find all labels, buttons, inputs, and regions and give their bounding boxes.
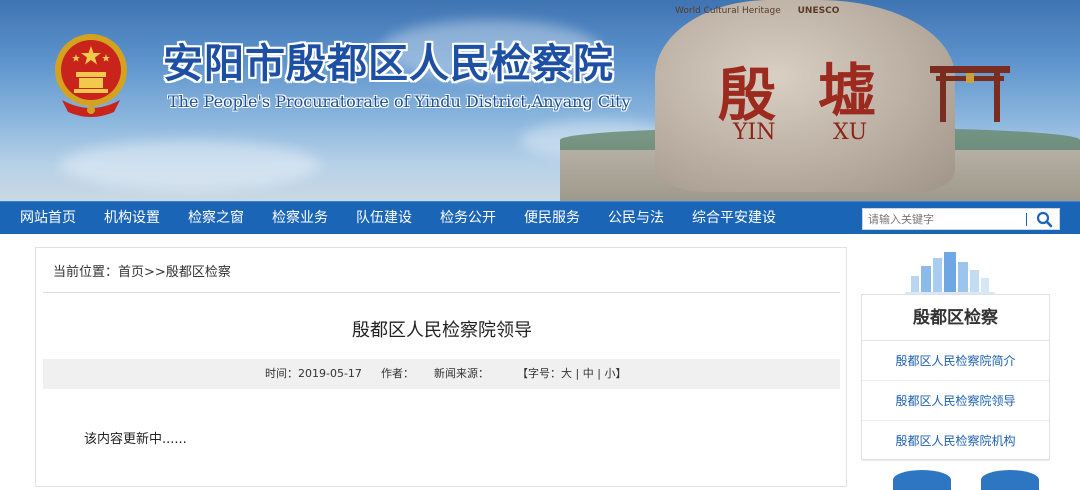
search-icon <box>1036 211 1053 228</box>
national-emblem-icon <box>55 34 127 117</box>
font-size-large-button[interactable]: 大 <box>561 367 572 380</box>
nav-item-home[interactable]: 网站首页 <box>0 202 90 235</box>
article-body: 该内容更新中...... <box>84 432 187 447</box>
breadcrumb-divider <box>43 292 840 293</box>
search-input[interactable] <box>863 209 1023 229</box>
font-size-medium-button[interactable]: 中 <box>583 367 594 380</box>
stone-glyph-xu: 墟 <box>818 57 877 125</box>
sidebar-panel: 殷都区检察 殷都区人民检察院简介 殷都区人民检察院领导 殷都区人民检察院机构 <box>861 294 1050 461</box>
article-time: 时间：2019-05-17 <box>265 367 362 380</box>
nav-item-citizen-and-law[interactable]: 公民与法 <box>594 202 678 235</box>
breadcrumb-prefix: 当前位置： <box>53 265 119 280</box>
stone-caption-xu: XU <box>833 120 868 145</box>
sidebar-bottom-decoration <box>893 470 951 490</box>
main-nav: 网站首页 机构设置 检察之窗 检察业务 队伍建设 检务公开 便民服务 公民与法 … <box>0 201 1080 234</box>
header-banner: 安阳市殷都区人民检察院 The People's Procuratorate o… <box>0 0 1080 201</box>
article-meta-bar: 时间：2019-05-17 作者： 新闻来源： 【字号：大 | 中 | 小】 <box>43 359 840 389</box>
site-subtitle: The People's Procuratorate of Yindu Dist… <box>168 92 631 111</box>
breadcrumb-separator: >> <box>144 265 166 280</box>
nav-item-public-service[interactable]: 便民服务 <box>510 202 594 235</box>
content-panel: 当前位置：首页>>殷都区检察 殷都区人民检察院领导 时间：2019-05-17 … <box>35 247 847 487</box>
article-title: 殷都区人民检察院领导 <box>352 320 532 341</box>
font-size-controls: 【字号：大 | 中 | 小】 <box>517 367 627 380</box>
article-source-label: 新闻来源： <box>434 367 489 380</box>
nav-item-procuratorate-business[interactable]: 检察业务 <box>258 202 342 235</box>
breadcrumb-current-link[interactable]: 殷都区检察 <box>166 265 231 280</box>
stone-caption-yin: YIN <box>733 120 776 145</box>
cloud-decoration <box>60 140 320 190</box>
search-box <box>862 208 1060 230</box>
sidebar-link-organization[interactable]: 殷都区人民检察院机构 <box>862 421 1049 461</box>
article-author-label: 作者： <box>381 367 414 380</box>
nav-item-public-safety[interactable]: 综合平安建设 <box>678 202 790 235</box>
sidebar-link-introduction[interactable]: 殷都区人民检察院简介 <box>862 341 1049 381</box>
gate-decoration <box>930 66 1010 122</box>
site-title: 安阳市殷都区人民检察院 <box>163 41 614 87</box>
nav-menu: 网站首页 机构设置 检察之窗 检察业务 队伍建设 检务公开 便民服务 公民与法 … <box>0 202 790 235</box>
sidebar-link-leadership[interactable]: 殷都区人民检察院领导 <box>862 381 1049 421</box>
nav-item-procuratorate-window[interactable]: 检察之窗 <box>174 202 258 235</box>
nav-item-affairs-disclosure[interactable]: 检务公开 <box>426 202 510 235</box>
yinxu-stone-image <box>655 0 955 192</box>
stone-heritage-text: World Cultural Heritage UNESCO <box>675 6 840 16</box>
breadcrumb: 当前位置：首页>>殷都区检察 <box>53 261 231 280</box>
nav-item-organization[interactable]: 机构设置 <box>90 202 174 235</box>
nav-item-team-building[interactable]: 队伍建设 <box>342 202 426 235</box>
search-divider <box>1026 213 1027 226</box>
search-button[interactable] <box>1031 209 1059 229</box>
font-size-small-button[interactable]: 小 <box>604 367 615 380</box>
city-skyline-icon <box>905 252 995 294</box>
sidebar-bottom-decoration <box>981 470 1039 490</box>
sidebar-title: 殷都区检察 <box>862 295 1049 341</box>
breadcrumb-home-link[interactable]: 首页 <box>118 265 144 280</box>
